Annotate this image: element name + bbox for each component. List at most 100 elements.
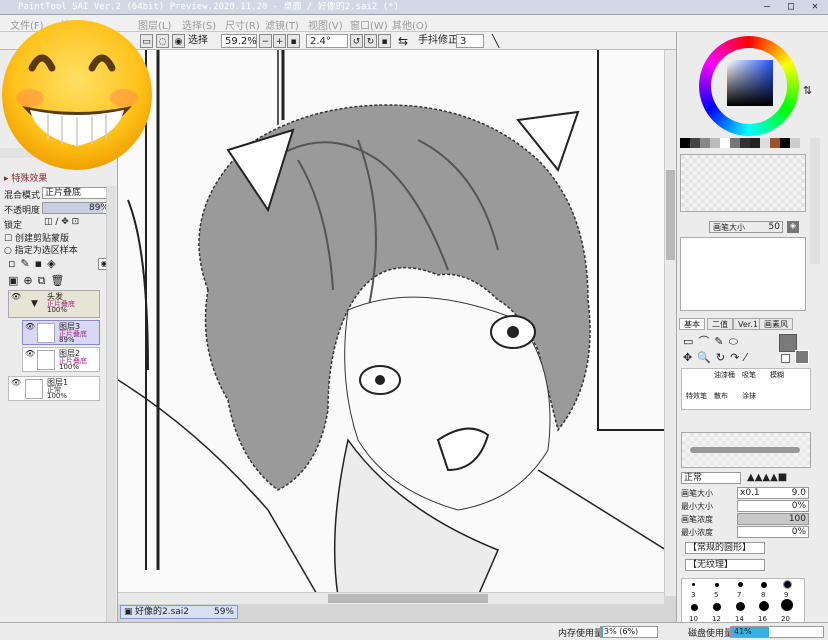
- layer-folder-hair[interactable]: 👁 ▼ 头发 正片叠底 100%: [8, 290, 100, 318]
- menu-resize[interactable]: 尺寸(R): [225, 17, 260, 32]
- lock-icons[interactable]: ◫ ∕ ✥ ⊡: [44, 217, 79, 227]
- document-tab[interactable]: ▣ 好像的2.sai2 59%: [120, 605, 238, 619]
- visibility-eye-icon[interactable]: 👁: [11, 293, 21, 301]
- horizontal-scroll-thumb[interactable]: [328, 594, 488, 603]
- layer-manage-icons[interactable]: ▣⊕⧉🗑: [8, 274, 69, 288]
- swatch-scrollbar[interactable]: [810, 138, 820, 264]
- tab-basic[interactable]: 基本: [679, 318, 705, 330]
- zoom-reset-button[interactable]: ▪: [287, 34, 300, 48]
- right-panel: ⇅ 画笔大小 50 ◈ 基本 二值 Ver.1 画素风 ▭⌒✎⬭ ✥🔍↻↷⁄ 油漆…: [676, 32, 828, 640]
- layer-opacity: 100%: [47, 392, 68, 400]
- menu-window[interactable]: 窗口(W): [350, 17, 388, 32]
- brush-size-field[interactable]: 50: [709, 221, 783, 233]
- brush-shape-select[interactable]: 【常规的圆形】: [685, 542, 765, 554]
- tool-smudge-label: 涂抹: [742, 392, 756, 400]
- rotate-left-button[interactable]: ↺: [350, 34, 363, 48]
- layer-action-icons[interactable]: ▫✎▪◈: [8, 257, 61, 270]
- layer-thumbnail: [37, 323, 55, 343]
- visibility-eye-icon[interactable]: 👁: [25, 350, 35, 358]
- layer-row-3[interactable]: 👁 图层3 正片叠底 89%: [22, 320, 100, 345]
- close-button[interactable]: ✕: [804, 1, 826, 14]
- blend-mode-label: 混合模式: [4, 191, 41, 201]
- maximize-button[interactable]: □: [780, 1, 802, 14]
- color-scratchpad[interactable]: [680, 154, 806, 212]
- select-label: 选择: [188, 35, 208, 46]
- zoom-in-button[interactable]: +: [273, 34, 286, 48]
- param-brush-size-field[interactable]: x0.1 9.0: [737, 487, 809, 499]
- layer-opacity: 100%: [47, 306, 68, 314]
- param-min-size-slider[interactable]: 0%: [737, 500, 809, 512]
- document-icon: ▣: [124, 607, 133, 617]
- vertical-scroll-thumb[interactable]: [666, 170, 675, 260]
- tool-icons-grid[interactable]: ▭⌒✎⬭ ✥🔍↻↷⁄: [683, 334, 751, 366]
- document-tab-zoom: 59%: [213, 607, 234, 617]
- secondary-color-swatch[interactable]: [795, 350, 809, 364]
- brush-tool-grid[interactable]: 油漆桶 吸笔 模糊 特效笔 散布 涂抹: [681, 368, 811, 410]
- param-brush-size-prefix: x0.1: [740, 488, 760, 498]
- menu-other[interactable]: 其他(O): [392, 17, 428, 32]
- memory-usage-bar: 3% (6%): [600, 626, 658, 638]
- preset-size-label: 5: [714, 591, 719, 599]
- effects-title: ▸ 特殊效果: [4, 174, 48, 184]
- tab-binary[interactable]: 二值: [707, 318, 733, 330]
- param-brush-size-label: 画笔大小: [681, 489, 713, 498]
- tool-eraser-label: 吸笔: [742, 371, 756, 379]
- minimize-button[interactable]: —: [756, 1, 778, 14]
- view-icon[interactable]: ◉: [172, 34, 185, 48]
- memory-usage-label: 内存使用量: [558, 629, 604, 639]
- deselect-icon[interactable]: ◌: [156, 34, 169, 48]
- brush-size-toggle-icon[interactable]: ◈: [787, 221, 799, 233]
- canvas-horizontal-scrollbar[interactable]: [118, 592, 664, 604]
- brush-stroke-preview: [681, 432, 811, 468]
- folder-expand-icon[interactable]: ▼: [31, 299, 38, 309]
- tab-pixel[interactable]: 画素风: [759, 318, 793, 330]
- blend-mode-select[interactable]: 正片叠底: [42, 187, 112, 199]
- disk-usage-value: 41%: [734, 627, 752, 636]
- layer-row-2[interactable]: 👁 图层2 正片叠底 100%: [22, 347, 100, 372]
- brush-blend-select[interactable]: 正常: [681, 472, 741, 484]
- navigator-preview[interactable]: [680, 237, 806, 311]
- brush-shape-icons[interactable]: ▲▲▲▲■: [747, 472, 787, 483]
- visibility-eye-icon[interactable]: 👁: [25, 323, 35, 331]
- disk-usage-label: 磁盘使用量: [688, 629, 734, 639]
- tool-scatter-label: 散布: [714, 392, 728, 400]
- canvas-vertical-scrollbar[interactable]: [664, 50, 676, 596]
- grinning-emoji-sticker: [0, 18, 154, 172]
- zoom-out-button[interactable]: −: [259, 34, 272, 48]
- zoom-field[interactable]: 59.2%: [221, 34, 257, 48]
- layer-scrollbar[interactable]: [106, 186, 116, 638]
- layer-row-1[interactable]: 👁 图层1 正常 100%: [8, 376, 100, 401]
- artwork-illustration: [118, 50, 666, 596]
- rotation-field[interactable]: 2.4°: [306, 34, 348, 48]
- layer-thumbnail: [25, 379, 43, 399]
- selection-sample-row[interactable]: ○ 指定为选区样本: [4, 243, 78, 256]
- saturation-value-square[interactable]: [727, 60, 773, 106]
- stabilizer-select[interactable]: 3: [456, 34, 484, 48]
- rotate-reset-button[interactable]: ▪: [378, 34, 391, 48]
- layer-thumbnail: [37, 350, 55, 370]
- swap-colors-icon[interactable]: ⇅: [803, 84, 812, 97]
- menu-view[interactable]: 视图(V): [308, 17, 343, 32]
- brush-texture-select[interactable]: 【无纹理】: [685, 559, 765, 571]
- menu-select[interactable]: 选择(S): [182, 17, 216, 32]
- preset-size-label: 8: [761, 591, 766, 599]
- menu-filter[interactable]: 滤镜(T): [265, 17, 299, 32]
- line-tool-icon[interactable]: ╲: [492, 34, 499, 48]
- visibility-eye-icon[interactable]: 👁: [11, 379, 21, 387]
- param-density-slider[interactable]: 100: [737, 513, 809, 525]
- transparent-color-icon[interactable]: [781, 354, 790, 363]
- layer-opacity: 89%: [59, 336, 75, 344]
- opacity-slider[interactable]: 89%: [42, 202, 112, 214]
- lock-label: 锁定: [4, 221, 23, 231]
- tool-blur-label: 模糊: [770, 371, 784, 379]
- color-swatch-row[interactable]: [680, 138, 800, 148]
- drawing-canvas[interactable]: [118, 50, 666, 596]
- rotate-right-button[interactable]: ↻: [364, 34, 377, 48]
- param-min-size-label: 最小大小: [681, 502, 713, 511]
- status-bar: 内存使用量 3% (6%) 磁盘使用量 41%: [0, 622, 828, 640]
- param-min-density-label: 最小浓度: [681, 528, 713, 537]
- param-min-density-slider[interactable]: 0%: [737, 526, 809, 538]
- param-density-label: 画笔浓度: [681, 515, 713, 524]
- color-wheel[interactable]: [699, 36, 799, 136]
- flip-icon[interactable]: ⇆: [398, 34, 408, 48]
